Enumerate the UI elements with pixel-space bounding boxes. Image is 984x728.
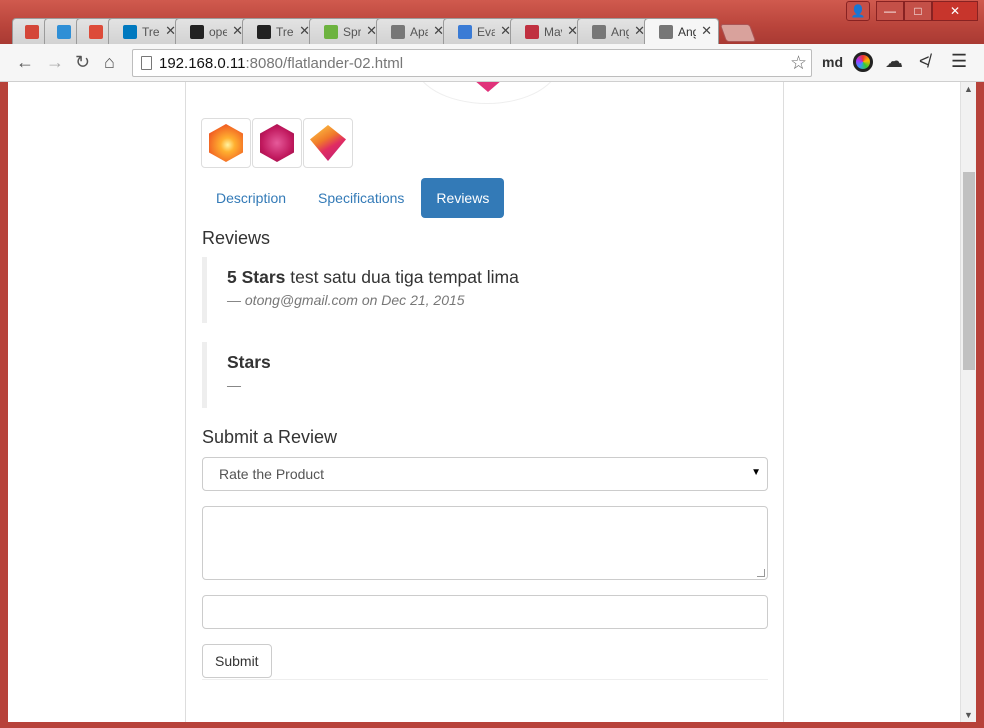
review-head: Stars xyxy=(227,352,748,373)
browser-tab-label: open xyxy=(209,24,227,39)
minimize-button[interactable]: — xyxy=(876,1,904,21)
browser-tab[interactable]: Trello ✕ xyxy=(108,18,183,44)
browser-tab-label: Trend xyxy=(276,24,294,39)
google-plus-icon xyxy=(89,24,103,39)
spring-icon xyxy=(324,24,338,39)
review-stars: 5 Stars xyxy=(227,267,286,287)
tab-specifications[interactable]: Specifications xyxy=(303,178,419,218)
gallery-thumb-diamond-gem[interactable] xyxy=(303,118,353,168)
product-main-gem-icon xyxy=(474,82,502,92)
review-item: 5 Stars test satu dua tiga tempat lima —… xyxy=(202,257,768,323)
forward-arrow-icon[interactable]: → xyxy=(46,52,64,73)
browser-tab[interactable]: Trend ✕ xyxy=(242,18,317,44)
window-frame-right xyxy=(976,82,984,728)
ring-icon xyxy=(458,24,472,39)
extension-icon[interactable]: ≮ xyxy=(919,51,930,72)
menu-icon[interactable]: ☰ xyxy=(951,51,967,72)
form-divider xyxy=(202,679,768,680)
review-head: 5 Stars test satu dua tiga tempat lima xyxy=(227,267,748,288)
resize-grip-icon[interactable] xyxy=(757,569,765,577)
scrollbar-thumb[interactable] xyxy=(963,172,975,370)
maximize-icon: □ xyxy=(914,4,922,18)
review-meta: — otong@gmail.com on Dec 21, 2015 xyxy=(227,292,465,308)
home-icon[interactable]: ⌂ xyxy=(104,52,115,73)
window-frame-bottom xyxy=(0,722,984,728)
tab-reviews[interactable]: Reviews xyxy=(421,178,505,218)
new-tab-button[interactable] xyxy=(719,24,757,42)
reviews-heading: Reviews xyxy=(202,228,271,248)
address-path: :8080/flatlander-02.html xyxy=(245,54,404,72)
gallery-thumb-orange-gem[interactable] xyxy=(201,118,251,168)
browser-tab[interactable]: Spring ✕ xyxy=(309,18,384,44)
drive-like-icon xyxy=(57,24,71,39)
maximize-button[interactable]: □ xyxy=(904,1,932,21)
close-window-button[interactable]: ✕ xyxy=(932,1,978,21)
browser-tab-label: Ang xyxy=(678,24,696,39)
product-gallery xyxy=(201,118,353,168)
bookmark-star-icon[interactable]: ☆ xyxy=(790,52,807,75)
review-meta: — xyxy=(227,377,241,393)
tab-description[interactable]: Description xyxy=(201,178,301,218)
tab-close-icon[interactable]: ✕ xyxy=(701,23,712,39)
product-card: Description Specifications Reviews Revie… xyxy=(185,82,784,722)
browser-tab[interactable]: Mave ✕ xyxy=(510,18,585,44)
review-stars: Stars xyxy=(227,352,271,372)
feather-icon xyxy=(525,24,539,39)
browser-tab-label: Spring xyxy=(343,24,361,39)
profile-button[interactable]: 👤 xyxy=(846,1,870,21)
browser-tab[interactable]: Evalu ✕ xyxy=(443,18,518,44)
scroll-up-arrow-icon[interactable]: ▲ xyxy=(964,84,973,94)
browser-tab-label: Apac xyxy=(410,24,428,39)
profile-label[interactable]: md xyxy=(822,54,843,70)
minimize-icon: — xyxy=(884,4,896,18)
diamond-gem-icon xyxy=(310,125,346,161)
review-item: Stars — xyxy=(202,342,768,408)
browser-toolbar: ← → ↻ ⌂ 192.168.0.11:8080/flatlander-02.… xyxy=(0,44,984,82)
review-body: test satu dua tiga tempat lima xyxy=(285,267,519,287)
browser-tab-label: Ang xyxy=(611,24,629,39)
scroll-down-arrow-icon[interactable]: ▼ xyxy=(964,710,973,720)
browser-tab[interactable]: Ang ✕ xyxy=(577,18,652,44)
browser-tab-label: Trello xyxy=(142,24,160,39)
github-icon xyxy=(190,24,204,39)
trello-icon xyxy=(123,24,137,39)
vertical-scrollbar[interactable]: ▲ ▼ xyxy=(960,82,976,722)
submit-review-heading: Submit a Review xyxy=(202,427,338,447)
color-picker-extension-icon[interactable] xyxy=(853,52,873,72)
address-bar[interactable]: 192.168.0.11:8080/flatlander-02.html ☆ xyxy=(132,49,812,77)
page-viewport: Description Specifications Reviews Revie… xyxy=(8,82,960,722)
browser-tab[interactable]: Ang ✕ xyxy=(644,18,719,44)
browser-tab[interactable]: Apac ✕ xyxy=(376,18,451,44)
browser-tab-label: Evalu xyxy=(477,24,495,39)
browser-titlebar: Trello ✕ open ✕ Trend ✕ Spring ✕ Apac ✕ Evalu ✕ Mave… xyxy=(0,0,984,44)
reload-icon[interactable]: ↻ xyxy=(75,52,90,73)
github-icon xyxy=(257,24,271,39)
magenta-gem-icon xyxy=(260,124,294,162)
gallery-thumb-magenta-gem[interactable] xyxy=(252,118,302,168)
browser-tab[interactable]: open ✕ xyxy=(175,18,250,44)
dropdown-caret-icon: ▼ xyxy=(751,467,761,478)
submit-button[interactable]: Submit xyxy=(202,644,272,678)
close-icon: ✕ xyxy=(949,4,961,18)
tab-strip: Trello ✕ open ✕ Trend ✕ Spring ✕ Apac ✕ Evalu ✕ Mave… xyxy=(12,18,757,44)
page-icon xyxy=(141,56,152,70)
window-controls: — □ ✕ xyxy=(876,1,978,21)
address-host: 192.168.0.11 xyxy=(159,54,246,72)
rating-select[interactable]: Rate the Product ▼ xyxy=(202,457,768,491)
window-frame-left xyxy=(0,82,8,728)
cloud-icon[interactable]: ☁ xyxy=(885,51,903,72)
page-icon xyxy=(391,24,405,39)
user-icon: 👤 xyxy=(850,4,866,18)
orange-gem-icon xyxy=(209,124,243,162)
back-arrow-icon[interactable]: ← xyxy=(16,52,34,73)
browser-tab-label: Mave xyxy=(544,24,562,39)
review-body-textarea[interactable] xyxy=(202,506,768,580)
author-email-input[interactable] xyxy=(202,595,768,629)
product-tabs: Description Specifications Reviews xyxy=(201,178,506,218)
page-icon xyxy=(592,24,606,39)
page-icon xyxy=(659,24,673,39)
rating-select-value: Rate the Product xyxy=(219,466,325,482)
gmail-icon xyxy=(25,24,39,39)
